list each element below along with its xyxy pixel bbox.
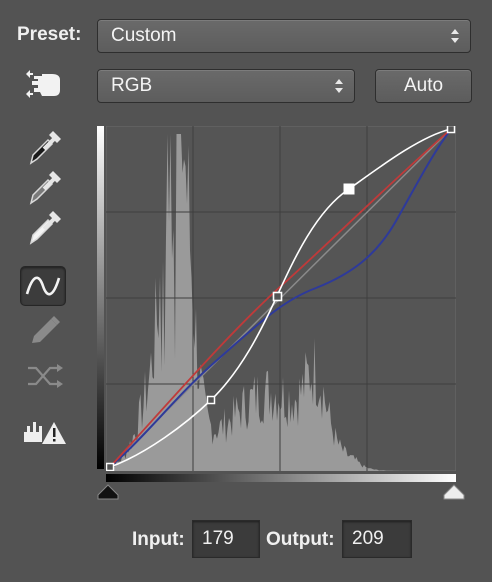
curve-point-tool-icon[interactable]: [20, 266, 66, 306]
black-point-eyedropper-icon[interactable]: [22, 128, 68, 168]
chevron-updown-icon: [335, 79, 343, 93]
on-image-adjust-icon[interactable]: [20, 64, 66, 104]
gray-point-eyedropper-icon[interactable]: [22, 168, 68, 208]
curve-point[interactable]: [106, 462, 115, 471]
curve-point[interactable]: [446, 126, 456, 134]
clipping-warning-icon[interactable]: [22, 412, 68, 452]
input-field[interactable]: 179: [192, 520, 260, 558]
curve-point[interactable]: [206, 395, 216, 405]
channel-dropdown[interactable]: RGB: [97, 69, 355, 103]
pencil-draw-icon[interactable]: [22, 310, 68, 350]
curves-graph[interactable]: [106, 126, 456, 471]
curve-point[interactable]: [272, 291, 283, 302]
input-gradient-bar: [106, 474, 456, 482]
smooth-curve-icon[interactable]: [22, 356, 68, 396]
auto-button[interactable]: Auto: [375, 69, 472, 103]
output-field[interactable]: 209: [342, 520, 412, 558]
channel-value: RGB: [111, 75, 153, 96]
curve-point-selected[interactable]: [343, 183, 355, 195]
output-gradient-bar: [97, 126, 104, 469]
input-label: Input:: [132, 529, 185, 550]
white-point-eyedropper-icon[interactable]: [22, 208, 68, 248]
preset-label: Preset:: [17, 24, 82, 45]
output-label: Output:: [266, 529, 335, 550]
preset-value: Custom: [111, 25, 177, 46]
chevron-updown-icon: [451, 29, 459, 43]
preset-dropdown[interactable]: Custom: [97, 19, 471, 53]
white-point-slider-icon[interactable]: [443, 484, 465, 500]
black-point-slider-icon[interactable]: [97, 484, 119, 500]
